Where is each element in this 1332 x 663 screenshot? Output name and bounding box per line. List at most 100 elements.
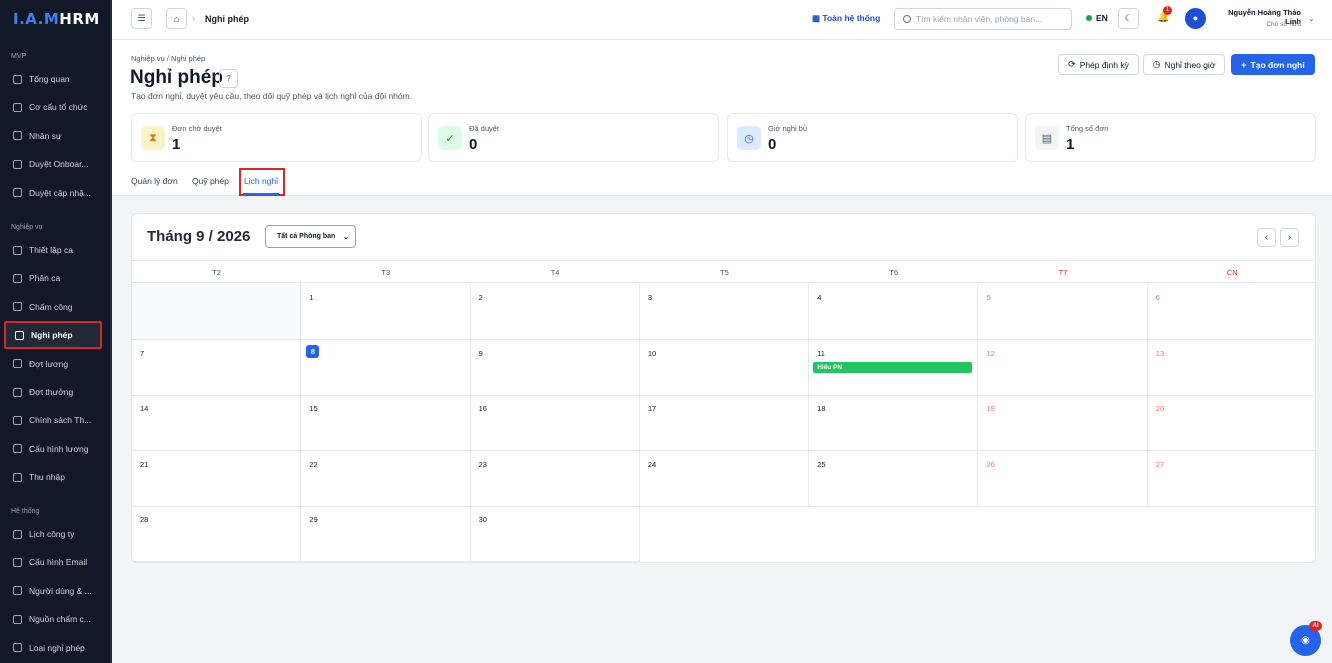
avatar[interactable]: ● bbox=[1185, 8, 1206, 29]
calendar-day-cell[interactable]: 26 bbox=[978, 450, 1148, 507]
calendar: Tháng 9 / 2026 Tất cả Phòng ban ⌄ ‹ › T2 T… bbox=[131, 213, 1316, 563]
calendar-day-cell[interactable]: 30 bbox=[470, 506, 640, 562]
calendar-day-cell[interactable]: 9 bbox=[470, 339, 640, 396]
chevron-down-icon[interactable]: ⌄ bbox=[1308, 14, 1315, 23]
day-number: 14 bbox=[140, 404, 149, 414]
day-number: 11 bbox=[817, 348, 825, 358]
calendar-day-cell[interactable]: 3 bbox=[639, 284, 810, 340]
sidebar-item[interactable]: Chính sách Th... bbox=[4, 406, 102, 434]
calendar-day-cell[interactable]: 17 bbox=[639, 395, 810, 452]
calendar-day-cell[interactable]: 27 bbox=[1147, 451, 1315, 507]
calendar-day-cell[interactable]: 25 bbox=[809, 450, 979, 507]
user-icon: ● bbox=[1192, 13, 1199, 23]
sidebar-item[interactable]: Nghỉ phép bbox=[4, 321, 102, 350]
document-icon: ▤ bbox=[1035, 126, 1059, 150]
calendar-day-cell[interactable]: 15 bbox=[301, 395, 471, 452]
bot-icon: ◉ bbox=[1301, 635, 1310, 646]
sidebar-item[interactable]: Nhân sự bbox=[4, 122, 102, 150]
theme-toggle-button[interactable]: ☾ bbox=[1118, 8, 1139, 29]
tab-calendar[interactable]: Lịch nghỉ bbox=[244, 176, 278, 186]
sidebar-item[interactable]: Cấu hình lương bbox=[4, 435, 102, 463]
sidebar-item[interactable]: Đợt thưởng bbox=[4, 378, 102, 406]
calendar-day-cell[interactable]: 6 bbox=[1147, 284, 1315, 340]
create-leave-button[interactable]: + Tạo đơn nghỉ bbox=[1231, 54, 1315, 75]
search-input[interactable]: Tìm kiếm nhân viên, phòng ban... bbox=[894, 8, 1072, 30]
check-circle-icon bbox=[13, 159, 22, 169]
ai-assistant-button[interactable]: ◉ AI bbox=[1290, 621, 1322, 656]
month-label: Tháng 9 / 2026 bbox=[147, 228, 251, 245]
page-title: Nghỉ phép bbox=[130, 67, 223, 88]
stat-label: Đơn chờ duyệt bbox=[172, 124, 222, 133]
next-month-button[interactable]: › bbox=[1280, 228, 1299, 247]
sidebar-item[interactable]: Phân ca bbox=[4, 264, 102, 292]
leave-event[interactable]: Hiếu PN bbox=[813, 361, 973, 373]
calendar-day-cell[interactable]: 4 bbox=[809, 284, 979, 340]
calendar-day-cell[interactable]: 19 bbox=[978, 395, 1148, 452]
sidebar-item[interactable]: Tổng quan bbox=[4, 65, 102, 93]
calendar-day-cell[interactable]: 12 bbox=[978, 339, 1148, 396]
help-button[interactable]: ? bbox=[219, 69, 238, 88]
stat-value: 1 bbox=[1066, 136, 1075, 153]
sidebar-item[interactable]: Duyệt cập nhậ... bbox=[4, 179, 102, 207]
calendar-day-cell[interactable]: 20 bbox=[1147, 395, 1315, 452]
calendar-day-cell[interactable]: 1 bbox=[301, 284, 471, 340]
stat-label: Đã duyệt bbox=[469, 124, 500, 133]
sidebar-item[interactable]: Loại nghỉ phép bbox=[4, 634, 102, 662]
weekday-label: T4 bbox=[550, 268, 560, 277]
day-number: 29 bbox=[309, 515, 318, 525]
calendar-day-cell[interactable]: 7 bbox=[132, 339, 302, 396]
calendar-day-cell[interactable]: 11 Hiếu PN bbox=[809, 339, 979, 396]
building-icon bbox=[13, 74, 22, 84]
notifications-button[interactable]: 🔔 1 bbox=[1157, 6, 1172, 23]
language-toggle[interactable]: EN bbox=[1086, 13, 1108, 23]
day-number: 5 bbox=[986, 293, 991, 302]
calendar-day-cell[interactable]: 13 bbox=[1147, 340, 1315, 396]
sidebar-item[interactable]: Thiết lập ca bbox=[4, 236, 102, 264]
calendar-day-cell[interactable]: 5 bbox=[978, 284, 1148, 340]
department-select[interactable]: Tất cả Phòng ban ⌄ bbox=[265, 225, 356, 248]
tab-fund[interactable]: Quỹ phép bbox=[192, 176, 229, 186]
wallet-icon bbox=[13, 472, 22, 482]
sidebar-item[interactable]: Duyệt Onboar... bbox=[4, 150, 102, 178]
stat-card: ✓ Đã duyệt 0 bbox=[428, 113, 719, 162]
calendar-day-cell[interactable]: 14 bbox=[132, 395, 302, 452]
chevron-left-icon: ‹ bbox=[1264, 232, 1269, 243]
calendar-day-cell[interactable]: 23 bbox=[470, 450, 640, 507]
calendar-day-cell[interactable]: 18 bbox=[809, 395, 979, 452]
calendar-day-cell[interactable]: 2 bbox=[470, 284, 640, 340]
calendar-day-cell[interactable]: 10 bbox=[639, 339, 810, 396]
org-chart-icon bbox=[13, 102, 22, 112]
prev-month-button[interactable]: ‹ bbox=[1257, 228, 1276, 247]
sidebar-item[interactable]: Cơ cấu tổ chức bbox=[4, 93, 102, 121]
stat-value: 0 bbox=[768, 136, 777, 153]
day-number: 26 bbox=[986, 459, 995, 469]
hourly-leave-button[interactable]: ◷ Nghỉ theo giờ bbox=[1143, 54, 1225, 75]
calendar-day-cell[interactable]: 22 bbox=[301, 450, 471, 507]
periodic-leave-button[interactable]: ⟳ Phép định kỳ bbox=[1058, 54, 1139, 75]
sidebar-item[interactable]: Chấm công bbox=[4, 293, 102, 321]
tab-manage[interactable]: Quản lý đơn bbox=[131, 176, 178, 186]
app-logo[interactable]: I.A.MHRM bbox=[13, 10, 100, 28]
sidebar-item[interactable]: Lịch công ty bbox=[4, 520, 102, 548]
calendar-cell-empty bbox=[132, 284, 302, 340]
sidebar-item[interactable]: Đợt lương bbox=[4, 350, 102, 378]
stat-card: ▤ Tổng số đơn 1 bbox=[1025, 113, 1316, 162]
day-number: 12 bbox=[986, 348, 995, 358]
calendar-day-cell[interactable]: 16 bbox=[470, 395, 640, 452]
sidebar-item[interactable]: Nguồn chấm c... bbox=[4, 605, 102, 633]
sidebar-item[interactable]: Người dùng & ... bbox=[4, 577, 102, 605]
weekday-label: T5 bbox=[720, 268, 729, 277]
calendar-day-cell[interactable]: 8 bbox=[301, 339, 471, 396]
calendar-day-cell[interactable]: 28 bbox=[132, 506, 302, 562]
calendar-day-cell[interactable]: 21 bbox=[132, 450, 302, 507]
weekday-label: T7 bbox=[1058, 268, 1068, 277]
scope-selector[interactable]: ▦ Toàn hệ thống bbox=[812, 13, 880, 24]
calendar-day-cell[interactable]: 29 bbox=[301, 506, 471, 562]
sidebar-item[interactable]: Thu nhập bbox=[4, 463, 102, 491]
calendar-day-cell[interactable]: 24 bbox=[639, 450, 810, 507]
day-number: 16 bbox=[478, 404, 487, 414]
sidebar-item[interactable]: Cấu hình Email bbox=[4, 548, 102, 576]
menu-toggle-button[interactable]: ☰ bbox=[131, 8, 152, 29]
shield-icon bbox=[13, 586, 22, 596]
home-button[interactable]: ⌂ bbox=[166, 8, 187, 29]
